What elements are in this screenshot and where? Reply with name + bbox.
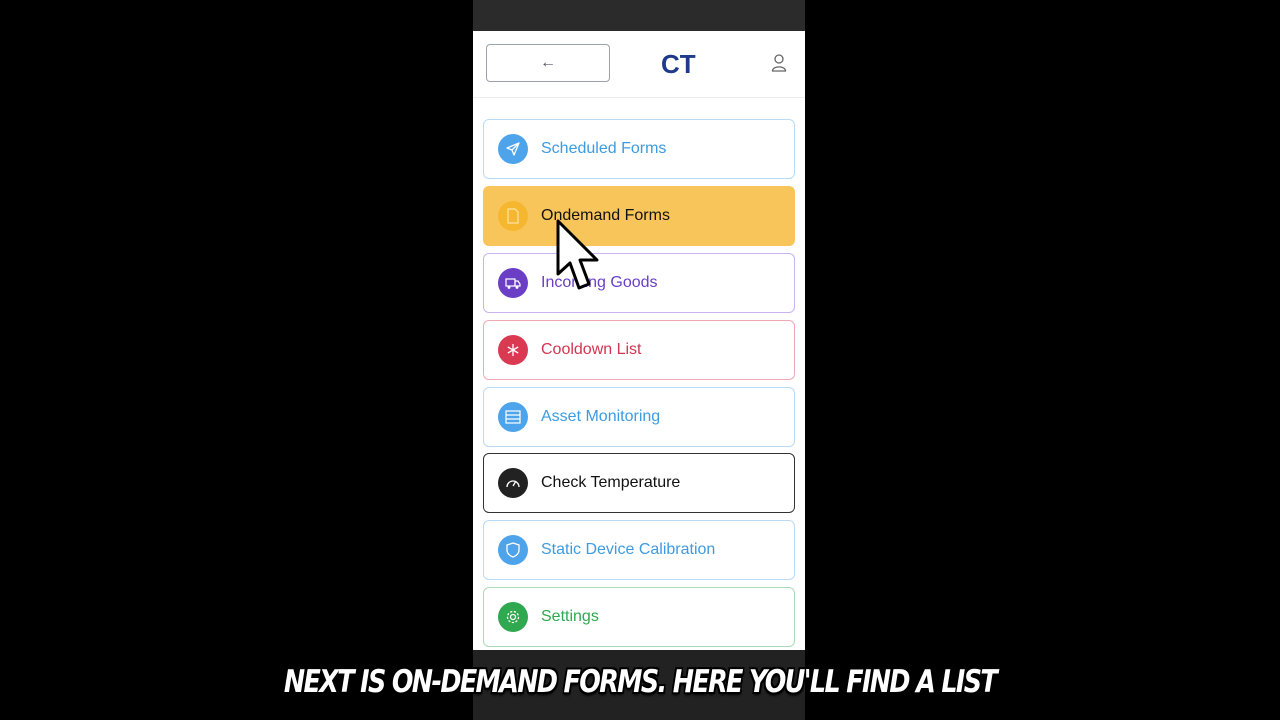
menu-label: Scheduled Forms: [541, 140, 667, 157]
menu-item-settings[interactable]: Settings: [483, 587, 795, 647]
app-logo: CT: [661, 51, 696, 77]
menu-item-check-temperature[interactable]: Check Temperature: [483, 453, 795, 513]
user-icon[interactable]: [771, 54, 787, 72]
gear-icon: [498, 602, 528, 632]
video-caption: NEXT IS ON-DEMAND FORMS. HERE YOU'LL FIN…: [283, 664, 998, 700]
status-bar: [473, 0, 805, 31]
menu-item-incoming-goods[interactable]: Incoming Goods: [483, 253, 795, 313]
menu-item-asset-monitoring[interactable]: Asset Monitoring: [483, 387, 795, 447]
menu-item-scheduled-forms[interactable]: Scheduled Forms: [483, 119, 795, 179]
menu-label: Settings: [541, 608, 599, 625]
send-icon: [498, 134, 528, 164]
menu-item-cooldown-list[interactable]: Cooldown List: [483, 320, 795, 380]
menu-label: Cooldown List: [541, 341, 642, 358]
back-button[interactable]: ←: [486, 44, 610, 82]
list-icon: [498, 402, 528, 432]
app-header: ← CT: [473, 31, 805, 98]
logo-text: CT: [661, 51, 696, 77]
mouse-cursor-icon: [556, 219, 599, 290]
menu-label: Check Temperature: [541, 474, 681, 491]
menu-item-static-device-calibration[interactable]: Static Device Calibration: [483, 520, 795, 580]
menu-label: Static Device Calibration: [541, 541, 716, 558]
shield-icon: [498, 535, 528, 565]
menu-item-ondemand-forms[interactable]: Ondemand Forms: [483, 186, 795, 246]
back-arrow-icon: ←: [540, 54, 556, 71]
menu-label: Asset Monitoring: [541, 408, 661, 425]
truck-icon: [498, 268, 528, 298]
gauge-icon: [498, 468, 528, 498]
document-icon: [498, 201, 528, 231]
phone-screen: ← CT Scheduled Forms Ondemand Forms Inco…: [473, 0, 805, 720]
snowflake-icon: [498, 335, 528, 365]
